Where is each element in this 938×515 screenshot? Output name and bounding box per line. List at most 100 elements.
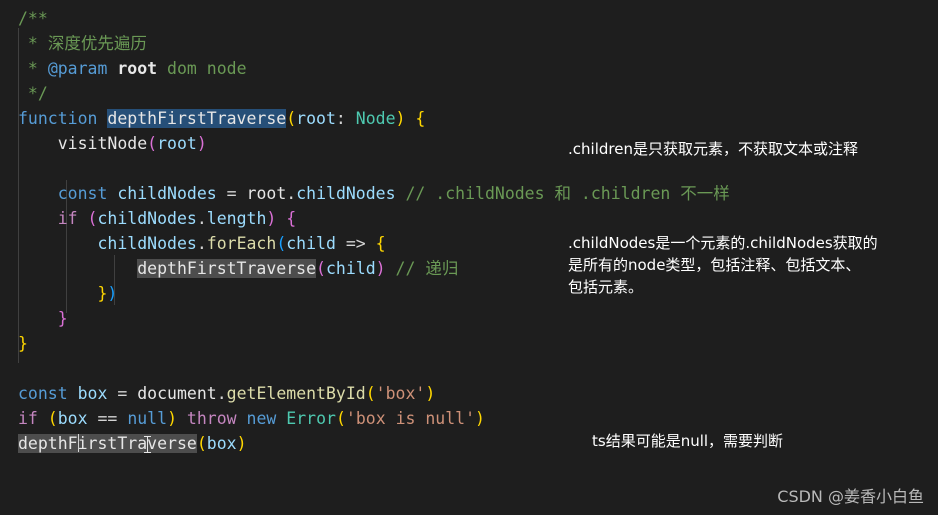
- code-line[interactable]: */: [0, 81, 938, 106]
- token-comment: /**: [18, 9, 48, 28]
- token-comment-text: 深度优先遍历: [47, 34, 147, 53]
- token-keyword-if: if: [57, 209, 78, 228]
- token-jsdoc-tag: @param: [47, 59, 108, 78]
- token-keyword-function: function: [18, 109, 98, 128]
- token-keyword-const: const: [57, 184, 108, 203]
- token-call-visitnode: visitNode: [57, 134, 148, 153]
- token-comment: */: [18, 84, 48, 103]
- token-paren-close: ): [236, 434, 247, 453]
- token-arg-child: child: [325, 259, 376, 278]
- token-brace-close: }: [18, 334, 28, 353]
- code-line[interactable]: function depthFirstTraverse(root: Node) …: [0, 106, 938, 131]
- token-colon: :: [335, 109, 356, 128]
- token-paren-close: ): [167, 409, 177, 428]
- token-dot: .: [216, 384, 227, 403]
- token-paren-open: (: [196, 434, 207, 453]
- token-brace-open: {: [405, 109, 426, 128]
- csdn-watermark: CSDN @姜香小白鱼: [777, 487, 924, 506]
- code-line[interactable]: }: [0, 331, 938, 356]
- code-line[interactable]: if (box == null) throw new Error('box is…: [0, 406, 938, 431]
- token-keyword-const: const: [18, 384, 68, 403]
- token-comment-star: *: [18, 59, 48, 78]
- token-arg-box: box: [206, 434, 237, 453]
- token-prop-length: length: [206, 209, 267, 228]
- token-fn-part2: irstTraverse: [77, 434, 197, 453]
- annotation-children-note: .children是只获取元素，不获取文本或注释: [568, 140, 858, 158]
- token-param: root: [296, 109, 336, 128]
- code-line[interactable]: * @param root dom node: [0, 56, 938, 81]
- token-keyword-throw: throw: [177, 409, 237, 428]
- token-paren-open: (: [335, 409, 346, 428]
- token-prop-childnodes: childNodes: [296, 184, 396, 203]
- token-paren-close: ): [107, 284, 118, 303]
- token-brace-close: }: [97, 284, 108, 303]
- code-line-blank[interactable]: [0, 356, 938, 381]
- token-obj-childnodes: childNodes: [97, 209, 197, 228]
- token-paren-open: (: [276, 234, 287, 253]
- token-dot: .: [196, 234, 207, 253]
- token-arrow: =>: [335, 234, 376, 253]
- token-obj-root: root: [246, 184, 287, 203]
- token-paren-open: (: [286, 109, 297, 128]
- token-dot: .: [286, 184, 297, 203]
- token-paren-open: (: [147, 134, 158, 153]
- token-var-box: box: [57, 409, 88, 428]
- token-method-foreach: forEach: [206, 234, 277, 253]
- token-paren-open: (: [37, 409, 58, 428]
- token-literal-null: null: [127, 409, 168, 428]
- token-type-node: Node: [355, 109, 396, 128]
- token-var-childnodes: childNodes: [107, 184, 217, 203]
- token-method-getelementbyid: getElementById: [226, 384, 366, 403]
- code-line[interactable]: depthFirstTraverse(box): [0, 431, 938, 456]
- token-jsdoc-param-name: root: [107, 59, 158, 78]
- code-line[interactable]: /**: [0, 6, 938, 31]
- token-obj-childnodes: childNodes: [97, 234, 197, 253]
- token-paren-open: (: [316, 259, 326, 278]
- token-paren-open: (: [77, 209, 98, 228]
- annotation-ts-null-note: ts结果可能是null，需要判断: [592, 432, 784, 450]
- token-type-error: Error: [276, 409, 336, 428]
- token-jsdoc-desc: dom node: [157, 59, 247, 78]
- token-keyword-new: new: [236, 409, 277, 428]
- code-line[interactable]: if (childNodes.length) {: [0, 206, 938, 231]
- code-line[interactable]: }: [0, 306, 938, 331]
- code-line[interactable]: const childNodes = root.childNodes // .c…: [0, 181, 938, 206]
- token-var-box: box: [67, 384, 108, 403]
- token-inline-comment: // 递归: [385, 259, 459, 278]
- token-paren-close: ): [375, 259, 386, 278]
- token-equals: =: [216, 184, 247, 203]
- token-string-box: 'box': [375, 384, 426, 403]
- token-brace-close: }: [57, 309, 68, 328]
- code-line[interactable]: * 深度优先遍历: [0, 31, 938, 56]
- token-paren-close: ): [266, 209, 277, 228]
- token-inline-comment: // .childNodes 和 .children 不一样: [395, 184, 730, 203]
- token-paren-open: (: [365, 384, 376, 403]
- token-equals: =: [107, 384, 138, 403]
- token-keyword-if: if: [18, 409, 38, 428]
- token-call-depthfirsttraverse-highlighted: depthFirstTraverse: [18, 434, 197, 453]
- token-paren-close: ): [395, 109, 406, 128]
- token-dot: .: [196, 209, 207, 228]
- token-param-child: child: [286, 234, 336, 253]
- annotation-childnodes-note: .childNodes是一个元素的.childNodes获取的 是所有的node…: [568, 234, 878, 296]
- token-string-message: 'box is null': [345, 409, 476, 428]
- token-call-depthfirsttraverse-highlighted: depthFirstTraverse: [137, 259, 317, 278]
- token-obj-document: document: [137, 384, 217, 403]
- token-fn-part1: depthF: [18, 434, 78, 453]
- token-comment-star: *: [18, 34, 48, 53]
- token-paren-close: ): [475, 409, 485, 428]
- token-arg-root: root: [157, 134, 197, 153]
- code-line[interactable]: const box = document.getElementById('box…: [0, 381, 938, 406]
- token-function-name-highlighted: depthFirstTraverse: [107, 109, 287, 128]
- token-brace-open: {: [375, 234, 386, 253]
- token-paren-close: ): [425, 384, 436, 403]
- code-editor-screenshot: /** * 深度优先遍历 * @param root dom node */ f…: [0, 0, 938, 515]
